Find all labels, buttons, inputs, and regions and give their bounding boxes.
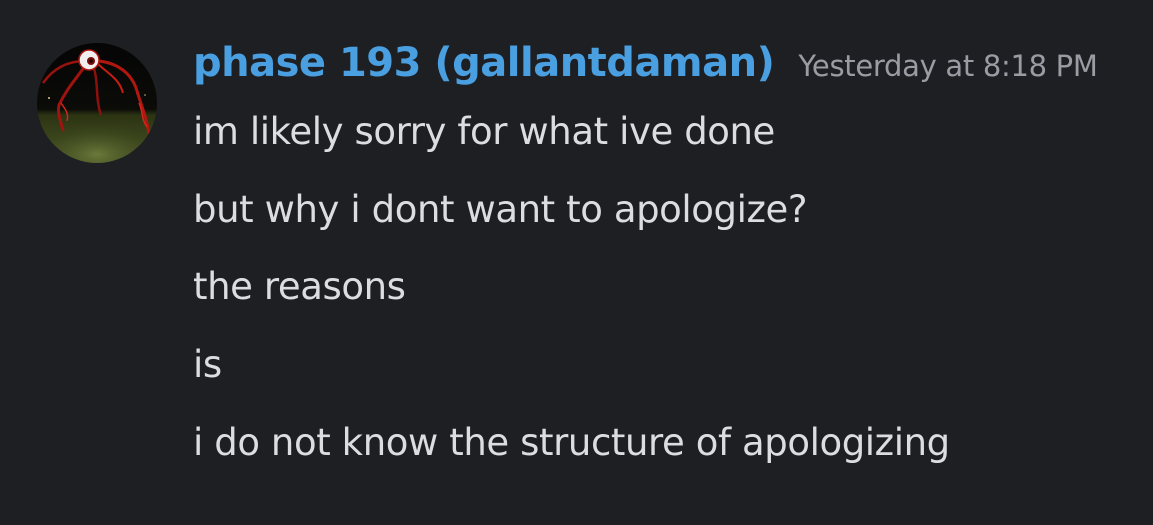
- message-line: the reasons: [193, 265, 406, 308]
- chat-message: phase 193 (gallantdaman) Yesterday at 8:…: [0, 0, 1153, 525]
- message-line: i do not know the structure of apologizi…: [193, 421, 950, 464]
- user-avatar[interactable]: [37, 43, 157, 163]
- avatar-image: [37, 43, 157, 163]
- author-username[interactable]: phase 193 (gallantdaman): [193, 40, 775, 86]
- message-line: im likely sorry for what ive done: [193, 110, 775, 153]
- message-timestamp[interactable]: Yesterday at 8:18 PM: [798, 49, 1098, 83]
- message-header: phase 193 (gallantdaman) Yesterday at 8:…: [193, 40, 1098, 86]
- message-line: but why i dont want to apologize?: [193, 188, 808, 231]
- message-line: is: [193, 343, 222, 386]
